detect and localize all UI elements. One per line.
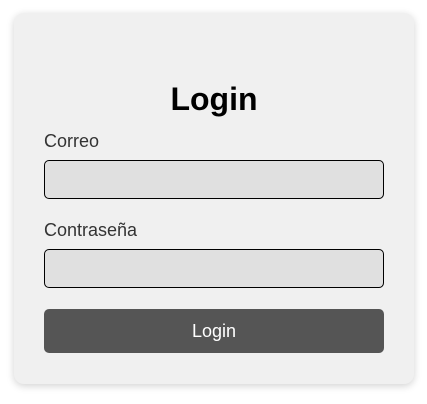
login-button[interactable]: Login bbox=[44, 309, 384, 353]
password-label: Contraseña bbox=[44, 220, 138, 240]
email-field[interactable] bbox=[44, 160, 384, 199]
login-card: Login Correo Contraseña Login bbox=[14, 13, 414, 384]
email-label: Correo bbox=[44, 131, 100, 151]
page-title: Login bbox=[170, 81, 258, 117]
password-field[interactable] bbox=[44, 249, 384, 288]
